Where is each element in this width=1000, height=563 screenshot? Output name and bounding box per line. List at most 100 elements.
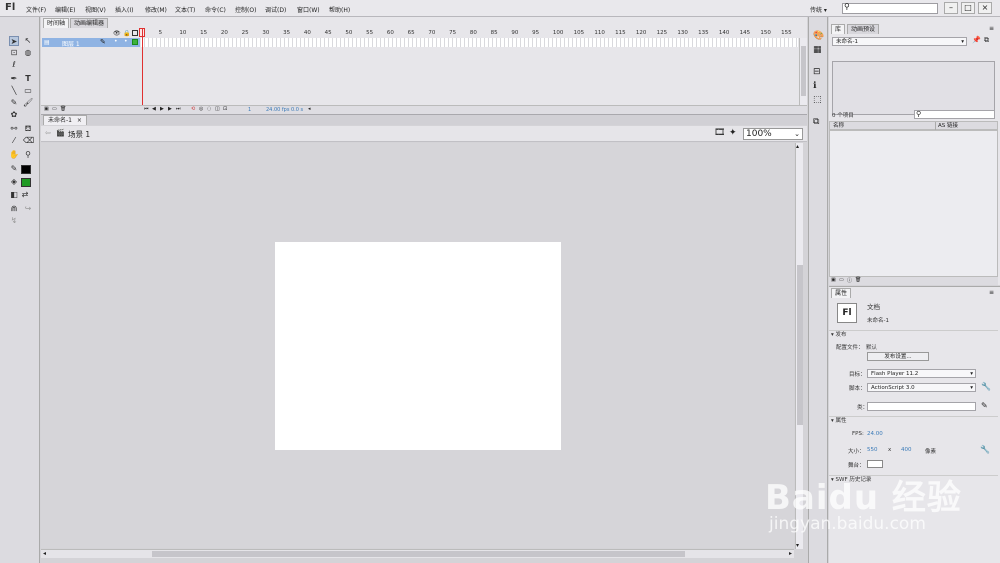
- lock-dot-icon[interactable]: •: [124, 38, 128, 45]
- timeline-vscroll-thumb[interactable]: [801, 46, 806, 96]
- zoom-select[interactable]: 100% ⌄: [743, 128, 803, 140]
- swap-colors-icon[interactable]: ⇄: [20, 190, 30, 200]
- back-arrow-icon[interactable]: ⇦: [45, 129, 51, 137]
- wrench-icon[interactable]: 🔧: [981, 382, 991, 391]
- section-publish[interactable]: ▾ 发布: [829, 330, 998, 339]
- scroll-down-icon[interactable]: ▾: [796, 542, 799, 549]
- new-folder-icon[interactable]: ▭: [52, 106, 57, 112]
- library-document-select[interactable]: 未命名-1 ▾: [832, 37, 967, 46]
- new-folder-icon[interactable]: ▭: [839, 277, 844, 283]
- prev-frame-icon[interactable]: ◀: [152, 106, 156, 112]
- library-list[interactable]: [829, 130, 998, 277]
- panel-menu-icon[interactable]: ≡: [989, 289, 994, 296]
- eraser-icon[interactable]: ⌫: [23, 136, 34, 146]
- stage-width-value[interactable]: 550: [867, 447, 878, 453]
- fill-color-swatch[interactable]: [21, 178, 31, 187]
- layer-row[interactable]: ▤ 图层 1 ✎ • •: [42, 38, 140, 48]
- info-panel-icon[interactable]: ℹ: [813, 81, 816, 91]
- selection-tool-icon[interactable]: ➤: [9, 36, 19, 46]
- hand-tool-icon[interactable]: ✋: [9, 150, 19, 160]
- edit-multiple-icon[interactable]: ◫: [215, 106, 220, 112]
- first-frame-icon[interactable]: ⏮: [144, 106, 149, 112]
- menu-file[interactable]: 文件(F): [26, 5, 46, 14]
- next-frame-icon[interactable]: ▶: [168, 106, 172, 112]
- free-transform-icon[interactable]: ⊡: [9, 48, 19, 58]
- menu-insert[interactable]: 插入(I): [115, 5, 133, 14]
- edit-scene-icon[interactable]: 🎞: [714, 128, 725, 138]
- menu-commands[interactable]: 命令(C): [205, 5, 226, 14]
- transform-panel-icon[interactable]: ⬚: [813, 95, 822, 105]
- 3d-rotation-icon[interactable]: ◍: [23, 48, 33, 58]
- rectangle-tool-icon[interactable]: ▭: [23, 86, 33, 96]
- stage-height-value[interactable]: 400: [901, 447, 912, 453]
- pencil-tool-icon[interactable]: ✎: [9, 98, 19, 108]
- last-frame-icon[interactable]: ⏭: [176, 106, 181, 112]
- column-as-linkage[interactable]: AS 链接: [935, 122, 958, 130]
- edit-symbols-icon[interactable]: ✦: [729, 128, 737, 138]
- menu-text[interactable]: 文本(T): [175, 5, 195, 14]
- pen-tool-icon[interactable]: ✒: [9, 74, 19, 84]
- delete-icon[interactable]: 🗑: [855, 277, 861, 283]
- onion-outline-icon[interactable]: ◌: [207, 106, 211, 112]
- menu-view[interactable]: 视图(V): [85, 5, 106, 14]
- line-tool-icon[interactable]: ╲: [9, 86, 19, 96]
- play-icon[interactable]: ▶: [160, 106, 164, 112]
- stage-area[interactable]: [41, 143, 794, 548]
- wrench-icon[interactable]: 🔧: [980, 445, 990, 454]
- library-search-input[interactable]: ⚲: [914, 110, 995, 119]
- layer-color-box[interactable]: [132, 39, 138, 45]
- paint-bucket-icon[interactable]: ⛾: [23, 124, 33, 134]
- section-swf-history[interactable]: ▾ SWF 历史记录: [829, 475, 998, 484]
- swatches-panel-icon[interactable]: ▦: [813, 45, 822, 55]
- minimize-button[interactable]: –: [944, 2, 958, 14]
- stroke-color-swatch[interactable]: [21, 165, 31, 174]
- color-panel-icon[interactable]: 🎨: [813, 31, 824, 41]
- onion-skin-icon[interactable]: ◎: [199, 106, 203, 112]
- tab-document[interactable]: 未命名-1 ×: [43, 115, 87, 125]
- tab-library[interactable]: 库: [831, 24, 846, 34]
- new-symbol-icon[interactable]: ▣: [831, 277, 836, 283]
- menu-control[interactable]: 控制(O): [235, 5, 256, 14]
- tab-timeline[interactable]: 时间轴: [43, 18, 70, 28]
- brush-tool-icon[interactable]: 🖌: [23, 98, 33, 108]
- publish-settings-button[interactable]: 发布设置...: [867, 352, 929, 361]
- column-name[interactable]: 名称: [833, 122, 844, 130]
- outline-icon[interactable]: [132, 30, 138, 36]
- close-button[interactable]: ×: [978, 2, 992, 14]
- tab-motion-editor[interactable]: 动画编辑器: [70, 18, 109, 28]
- show-hide-icon[interactable]: 👁: [113, 30, 121, 37]
- scroll-left-arrow-icon[interactable]: ◂: [43, 550, 46, 557]
- edit-class-icon[interactable]: ✎: [981, 401, 988, 410]
- bone-tool-icon[interactable]: ⚯: [9, 124, 19, 134]
- stage-hscroll[interactable]: ◂ ▸: [41, 549, 794, 558]
- stage-vscroll-thumb[interactable]: [797, 265, 803, 425]
- playhead-line[interactable]: [142, 28, 143, 111]
- text-tool-icon[interactable]: T: [23, 74, 33, 84]
- visible-dot-icon[interactable]: •: [114, 38, 118, 45]
- scroll-left-icon[interactable]: ◂: [308, 106, 311, 112]
- timeline-vscroll[interactable]: [799, 38, 807, 105]
- menu-edit[interactable]: 编辑(E): [55, 5, 75, 14]
- align-panel-icon[interactable]: ⊟: [813, 67, 821, 77]
- scroll-up-icon[interactable]: ▴: [796, 143, 799, 150]
- tab-motion-presets[interactable]: 动画预设: [847, 24, 880, 34]
- smooth-icon[interactable]: ↪: [23, 204, 33, 214]
- black-white-icon[interactable]: ◧: [9, 190, 19, 200]
- zoom-tool-icon[interactable]: ⚲: [23, 150, 33, 160]
- lasso-icon[interactable]: ℓ: [9, 60, 19, 70]
- maximize-button[interactable]: □: [961, 2, 975, 14]
- close-tab-icon[interactable]: ×: [77, 117, 82, 124]
- onion-markers-icon[interactable]: ⊡: [223, 106, 227, 112]
- stage-vscroll[interactable]: ▴ ▾: [795, 143, 803, 549]
- scroll-right-arrow-icon[interactable]: ▸: [789, 550, 792, 557]
- help-search-input[interactable]: ⚲: [842, 2, 938, 14]
- menu-modify[interactable]: 修改(M): [145, 5, 167, 14]
- panel-menu-icon[interactable]: ≡: [989, 25, 994, 32]
- section-properties[interactable]: ▾ 属性: [829, 416, 998, 425]
- fps-value[interactable]: 24.00: [867, 431, 883, 437]
- eyedropper-icon[interactable]: ⁄: [9, 136, 19, 146]
- tab-properties[interactable]: 属性: [831, 288, 852, 298]
- straighten-icon[interactable]: ↯: [9, 216, 19, 226]
- new-library-panel-icon[interactable]: ⧉: [984, 36, 989, 45]
- properties-icon[interactable]: ⓘ: [847, 277, 852, 284]
